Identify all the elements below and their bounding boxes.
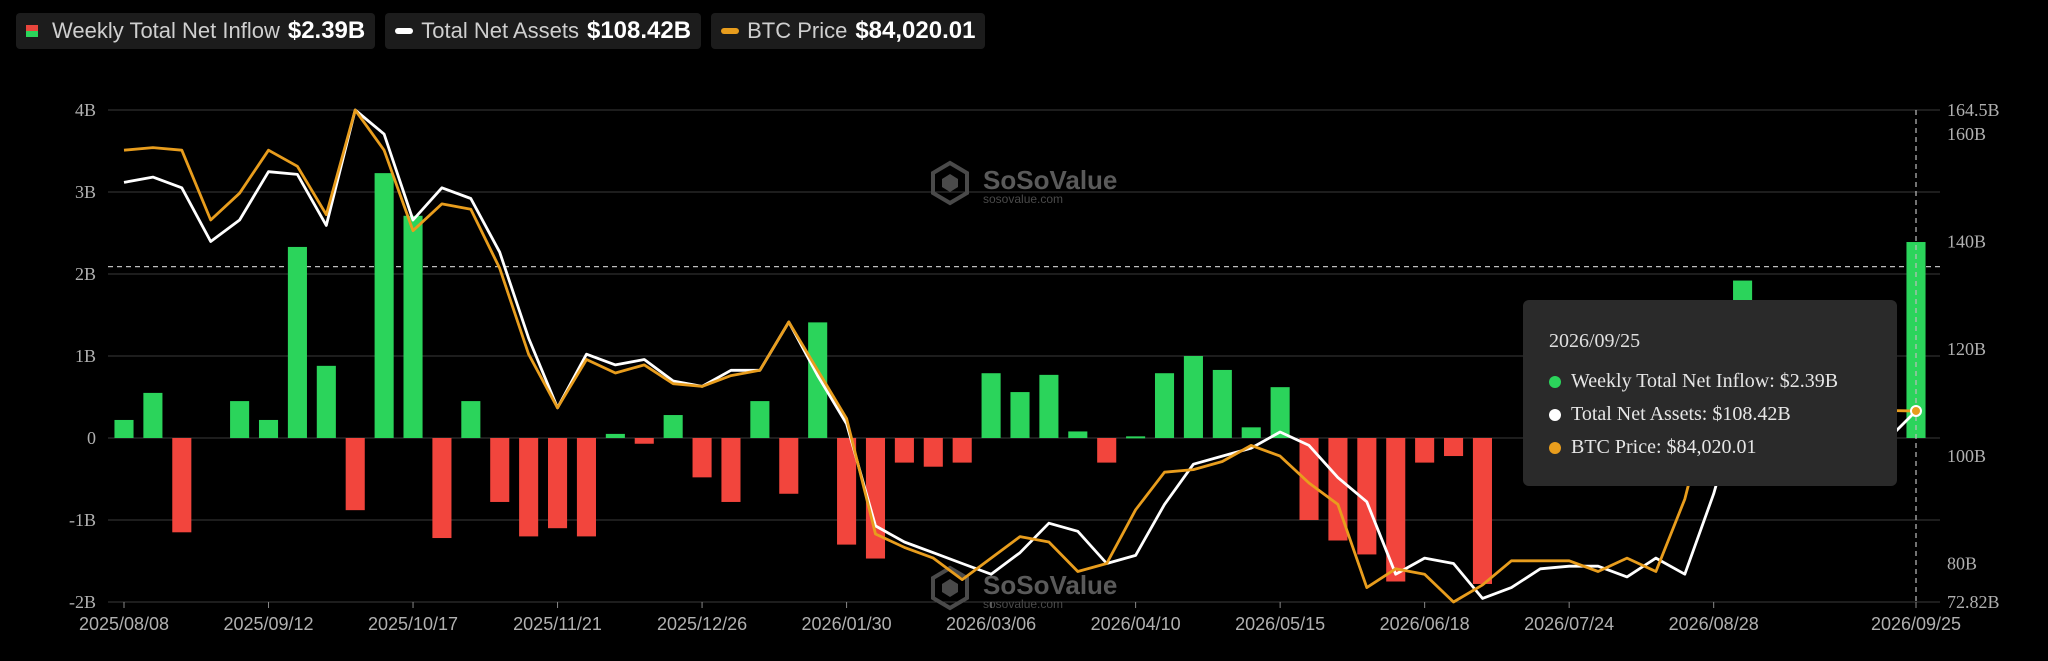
- x-tick-label: 2025/12/26: [657, 614, 747, 634]
- x-tick-label: 2025/09/12: [223, 614, 313, 634]
- y-left-tick-label: 1B: [75, 346, 96, 366]
- inflow-bar: [605, 433, 625, 438]
- tooltip-assets: Total Net Assets: $108.42B: [1571, 403, 1791, 425]
- tooltip-btc: BTC Price: $84,020.01: [1571, 436, 1757, 458]
- inflow-bar: [258, 419, 279, 438]
- inflow-bar: [576, 438, 596, 537]
- inflow-bar: [1270, 387, 1290, 438]
- x-tick-label: 2025/10/17: [368, 614, 458, 634]
- y-right-tick-label: 100B: [1947, 446, 1986, 466]
- watermark-logo-icon: [931, 160, 969, 206]
- y-right-tick-label: 140B: [1947, 231, 1986, 251]
- inflow-bar: [1126, 436, 1146, 439]
- x-tick-label: 2026/04/10: [1091, 614, 1181, 634]
- x-tick-label: 2026/07/24: [1524, 614, 1614, 634]
- watermark-text: SoSoValue: [983, 165, 1117, 195]
- inflow-bar: [519, 438, 539, 537]
- x-tick-label: 2025/11/21: [513, 614, 602, 634]
- tooltip-row-inflow: Weekly Total Net Inflow: $2.39B: [1549, 365, 1871, 398]
- inflow-bar: [345, 438, 365, 511]
- inflow-bar: [1212, 369, 1232, 438]
- tooltip-inflow: Weekly Total Net Inflow: $2.39B: [1571, 370, 1839, 392]
- inflow-bar: [663, 415, 683, 438]
- inflow-dot-icon: [1549, 375, 1561, 388]
- inflow-bar: [894, 438, 914, 463]
- y-right-tick-label: 72.82B: [1947, 592, 2000, 612]
- y-left-tick-label: -2B: [69, 592, 96, 612]
- inflow-bar: [1183, 356, 1203, 438]
- y-left-tick-label: 2B: [75, 264, 96, 284]
- inflow-bar: [779, 438, 799, 494]
- y-left-tick-label: 3B: [75, 182, 96, 202]
- inflow-bar: [316, 365, 336, 438]
- inflow-bar: [1299, 438, 1319, 520]
- inflow-bar: [837, 438, 857, 545]
- hover-point: [1910, 404, 1922, 417]
- y-right-tick-label: 120B: [1947, 339, 1986, 359]
- inflow-bar: [432, 438, 452, 539]
- inflow-bar: [1241, 427, 1261, 438]
- inflow-bar: [490, 438, 510, 502]
- inflow-bar: [634, 438, 654, 444]
- inflow-bar: [923, 438, 943, 467]
- inflow-bar: [230, 401, 250, 438]
- x-tick-label: 2025/08/08: [79, 614, 169, 634]
- inflow-bar: [403, 215, 423, 438]
- btc-dot-icon: [1549, 441, 1561, 454]
- inflow-bar: [981, 373, 1001, 438]
- tooltip-row-btc: BTC Price: $84,020.01: [1549, 431, 1871, 464]
- inflow-bar: [1154, 373, 1175, 438]
- y-axis-left: 4B 3B 2B 1B 0 -1B -2B: [69, 100, 96, 612]
- inflow-bar: [1068, 431, 1088, 438]
- y-right-tick-label: 164.5B: [1947, 100, 2000, 120]
- tooltip-date: 2026/09/25: [1549, 330, 1641, 352]
- inflow-bar: [692, 438, 712, 478]
- inflow-bar: [1010, 392, 1030, 438]
- x-tick-label: 2026/03/06: [946, 614, 1036, 634]
- y-right-tick-label: 160B: [1947, 124, 1986, 144]
- inflow-bar: [461, 401, 481, 438]
- inflow-bar: [143, 392, 163, 438]
- inflow-bar: [952, 438, 972, 463]
- inflow-bar: [1472, 438, 1492, 584]
- x-tick-label: 2026/08/28: [1669, 614, 1759, 634]
- watermark-subtext: sosovalue.com: [983, 192, 1063, 206]
- y-left-tick-label: 4B: [75, 100, 96, 120]
- inflow-bar: [1415, 438, 1435, 463]
- inflow-bar: [750, 401, 770, 438]
- inflow-bar: [721, 438, 741, 502]
- y-axis-right: 164.5B 160B 140B 120B 100B 80B 72.82B: [1947, 100, 2000, 612]
- tooltip-row-assets: Total Net Assets: $108.42B: [1549, 398, 1871, 431]
- assets-dot-icon: [1549, 408, 1561, 421]
- inflow-bar: [1097, 438, 1117, 463]
- inflow-bar: [172, 438, 192, 533]
- y-left-tick-label: 0: [87, 428, 96, 448]
- inflow-bar: [287, 246, 307, 438]
- inflow-bar: [374, 173, 394, 438]
- x-tick-label: 2026/09/25: [1871, 614, 1961, 634]
- y-right-tick-label: 80B: [1947, 553, 1977, 573]
- x-tick-label: 2026/01/30: [802, 614, 892, 634]
- watermark-subtext-bottom: sosovalue.com: [983, 597, 1063, 611]
- watermark-text-bottom: SoSoValue: [983, 570, 1117, 600]
- y-left-tick-label: -1B: [69, 510, 96, 530]
- inflow-bar: [114, 419, 134, 438]
- inflow-bar: [1039, 374, 1059, 438]
- inflow-bar: [1444, 438, 1464, 457]
- inflow-bar: [548, 438, 568, 529]
- x-tick-label: 2026/06/18: [1380, 614, 1470, 634]
- tooltip: 2026/09/25 Weekly Total Net Inflow: $2.3…: [1523, 300, 1897, 486]
- x-tick-label: 2026/05/15: [1235, 614, 1325, 634]
